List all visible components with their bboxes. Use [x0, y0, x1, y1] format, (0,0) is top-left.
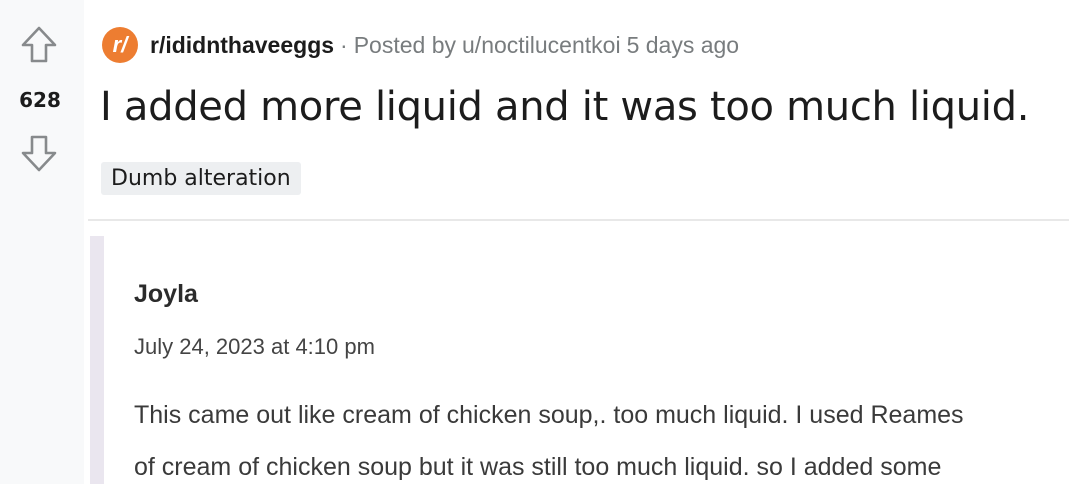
comment-date: July 24, 2023 at 4:10 pm: [134, 334, 375, 359]
post-flair[interactable]: Dumb alteration: [101, 162, 301, 195]
comment-text-line: This came out like cream of chicken soup…: [134, 401, 964, 429]
post-age[interactable]: 5 days ago: [627, 32, 740, 59]
arrow-up-outline-icon: [21, 26, 57, 63]
post-title[interactable]: I added more liquid and it was too much …: [100, 84, 1029, 130]
subreddit-icon[interactable]: r/: [102, 27, 138, 63]
vote-column: 628: [0, 0, 84, 484]
upvote-button[interactable]: [18, 24, 60, 66]
meta-separator: ·: [340, 31, 348, 58]
subreddit-link[interactable]: r/ididnthaveeggs: [150, 32, 334, 59]
post-meta: r/ r/ididnthaveeggs · Posted by u/noctil…: [102, 26, 739, 64]
comment-author: Joyla: [134, 280, 198, 308]
post-image[interactable]: Joyla July 24, 2023 at 4:10 pm This came…: [88, 236, 1069, 484]
divider: [88, 219, 1069, 221]
author-link[interactable]: u/noctilucentkoi: [462, 32, 621, 59]
vote-score: 628: [19, 88, 61, 112]
comment-text-line: of cream of chicken soup but it was stil…: [134, 453, 942, 481]
comment-border: [90, 236, 104, 484]
arrow-down-outline-icon: [21, 135, 57, 172]
downvote-button[interactable]: [18, 132, 60, 174]
posted-by-label: Posted by: [353, 31, 457, 58]
